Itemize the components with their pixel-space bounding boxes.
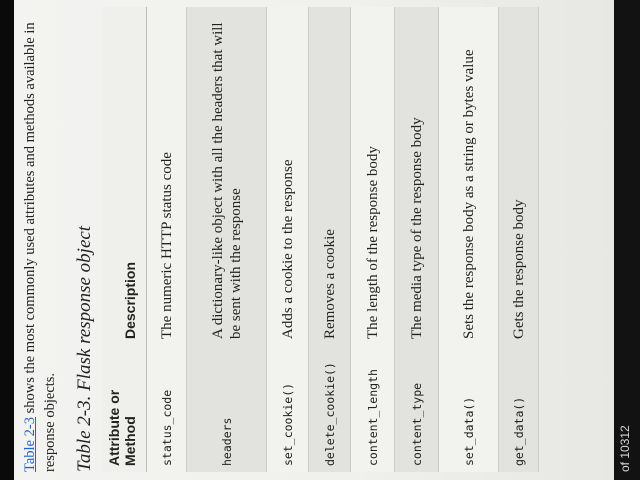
table-row: content_type The media type of the respo…	[394, 7, 439, 472]
attribute-name: content_length	[350, 345, 395, 472]
attribute-name: set_cookie()	[266, 345, 309, 472]
screen-top-edge	[0, 0, 14, 480]
attribute-name: headers	[186, 345, 267, 472]
intro-paragraph: Table 2-3 shows the most commonly used a…	[20, 0, 60, 472]
table-row: status_code The numeric HTTP status code	[146, 7, 187, 472]
intro-text: shows the most commonly used attributes …	[22, 22, 58, 472]
attribute-description: Adds a cookie to the response	[266, 7, 309, 345]
attribute-description: A dictionary-like object with all the he…	[186, 7, 267, 345]
table-row: delete_cookie() Removes a cookie	[308, 7, 351, 472]
reader-status-bar: of 10312	[614, 0, 640, 480]
attribute-description: Sets the response body as a string or by…	[438, 7, 499, 345]
page-count: of 10312	[618, 425, 632, 472]
table-reference-link[interactable]: Table 2-3	[22, 417, 38, 472]
header-attribute: Attribute or Method	[102, 345, 147, 472]
attribute-name: content_type	[394, 345, 439, 472]
attribute-description: The numeric HTTP status code	[146, 7, 187, 345]
attribute-name: status_code	[146, 345, 187, 472]
attribute-name: delete_cookie()	[308, 345, 351, 472]
attribute-name: set_data()	[438, 345, 499, 472]
attribute-description: Removes a cookie	[308, 7, 351, 345]
header-description: Description	[102, 7, 147, 345]
response-attributes-table: Attribute or Method Description status_c…	[102, 7, 539, 472]
attribute-description: The media type of the response body	[394, 7, 439, 345]
table-row: headers A dictionary-like object with al…	[186, 7, 267, 472]
attribute-description: The length of the response body	[350, 7, 395, 345]
table-row: get_data() Gets the response body	[498, 7, 539, 472]
table-title: Table 2-3. Flask response object	[74, 225, 95, 472]
attribute-name: get_data()	[498, 345, 539, 472]
table-header-row: Attribute or Method Description	[102, 7, 147, 472]
attribute-description: Gets the response body	[498, 7, 539, 345]
rotated-reader-page: Table 2-3 shows the most commonly used a…	[0, 0, 640, 480]
table-row: content_length The length of the respons…	[350, 7, 395, 472]
table-row: set_cookie() Adds a cookie to the respon…	[266, 7, 309, 472]
table-row: set_data() Sets the response body as a s…	[438, 7, 499, 472]
document-page: Table 2-3 shows the most commonly used a…	[14, 0, 614, 480]
photo-frame: Table 2-3 shows the most commonly used a…	[0, 0, 640, 480]
